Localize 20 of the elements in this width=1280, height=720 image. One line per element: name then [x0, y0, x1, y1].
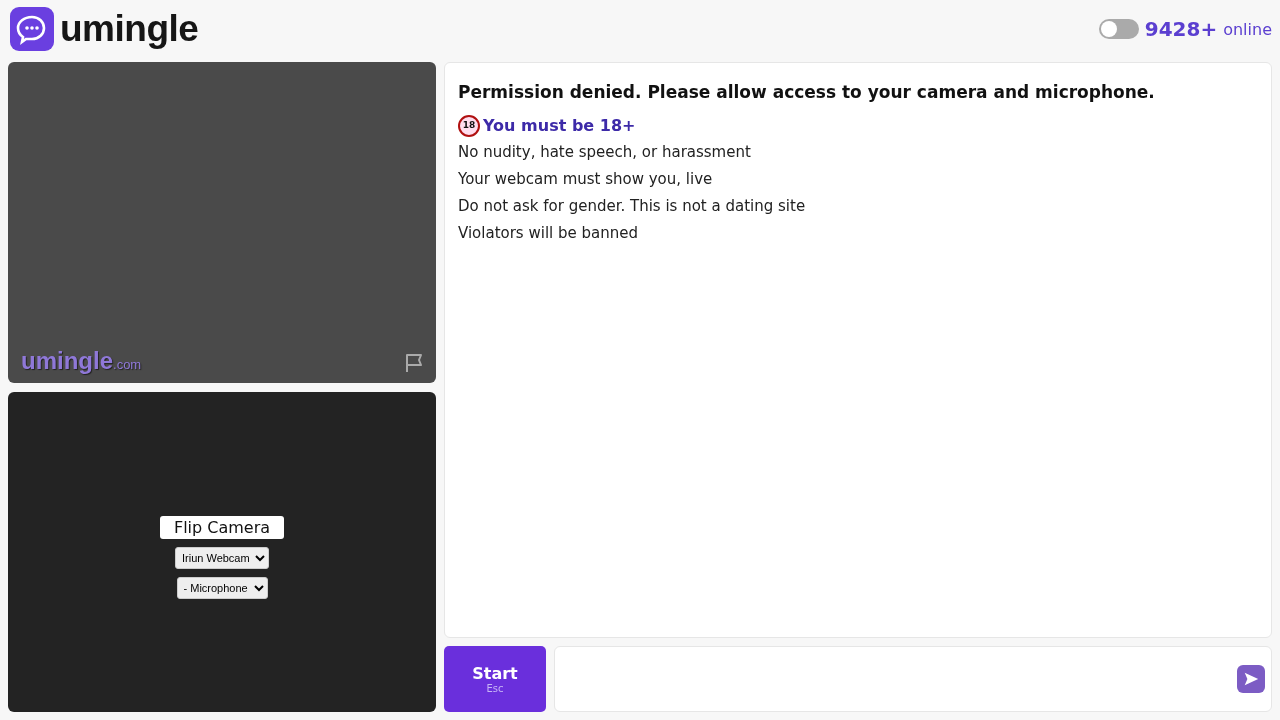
online-count: 9428+ [1144, 17, 1218, 41]
rule-text: Your webcam must show you, live [458, 169, 714, 190]
chat-bubble-logo-icon [10, 7, 54, 51]
send-icon [1242, 670, 1260, 688]
message-input-field[interactable] [554, 646, 1272, 712]
error-message: Permission denied. Please allow access to your camera and microphone. [458, 81, 1156, 104]
rule-text: Violators will be banned [458, 223, 639, 244]
online-label: online [1223, 19, 1272, 39]
logo-text: umingle [60, 8, 199, 50]
age-notice: You must be 18+ [483, 115, 636, 137]
rule-text: No nudity, hate speech, or harassment [458, 142, 752, 163]
age-restriction-badge: 18 [458, 114, 480, 137]
rule-text: Do not ask for gender. This is not a dating site [458, 196, 807, 217]
camera-select[interactable]: Iriun Webcam [175, 547, 269, 570]
start-button[interactable]: Start Esc [444, 646, 546, 712]
toggle-switch[interactable] [1098, 19, 1139, 39]
watermark-text: umingle.com [21, 346, 142, 375]
microphone-select[interactable]: - Microphone [176, 577, 268, 600]
flip-camera-button[interactable]: Flip Camera [159, 516, 285, 540]
send-button[interactable] [1237, 665, 1265, 693]
